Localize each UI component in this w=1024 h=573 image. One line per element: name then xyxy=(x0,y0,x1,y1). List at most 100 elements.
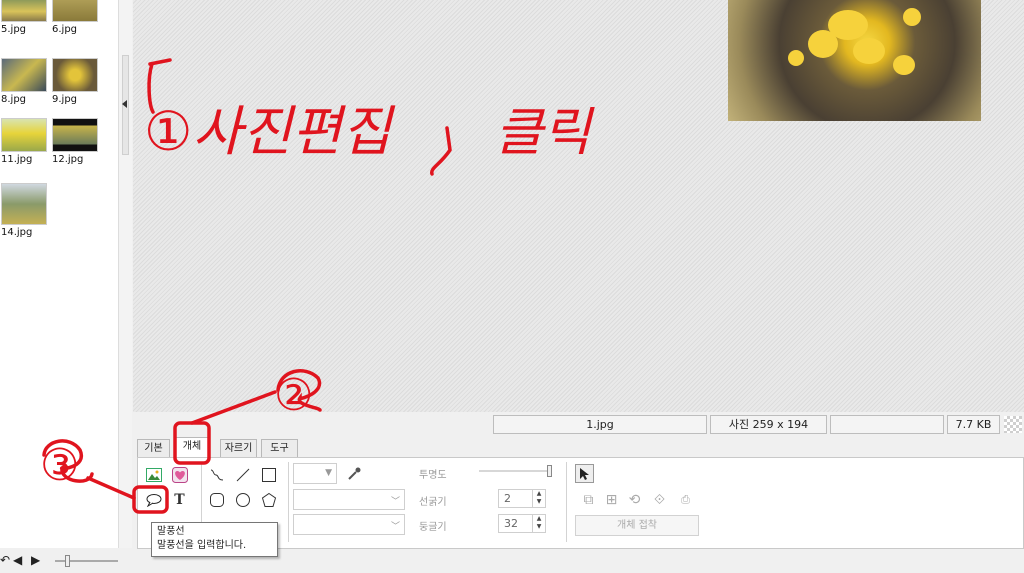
thumbnail-image xyxy=(52,118,98,152)
divider xyxy=(566,462,567,542)
image-icon xyxy=(145,467,162,482)
thumbnail-item[interactable]: 12.jpg xyxy=(52,118,98,166)
thumbnail-item[interactable]: 9.jpg xyxy=(52,58,98,106)
rotate-left-icon[interactable]: ↶ xyxy=(0,553,10,567)
rotate-icon: ⟲ xyxy=(628,491,641,508)
eyedropper-icon xyxy=(347,467,360,480)
rename-button[interactable]: ⎙ xyxy=(676,490,695,509)
transparency-icon xyxy=(1004,416,1022,433)
status-filename: 1.jpg xyxy=(493,415,707,434)
panel-splitter[interactable] xyxy=(118,0,132,548)
opacity-slider[interactable] xyxy=(479,465,552,477)
line-icon xyxy=(236,468,249,481)
status-bar: 1.jpg 사진 259 x 194 7.7 KB xyxy=(133,412,1024,436)
group-icon: ⟐ xyxy=(653,491,666,508)
fill-style-combo[interactable]: ﹀ xyxy=(293,514,405,535)
thumbnail-panel: 5.jpg 6.jpg 8.jpg 9.jpg 11.jpg 12.jpg 14… xyxy=(0,0,118,548)
ellipse-tool-button[interactable] xyxy=(233,490,252,509)
thumbnail-label: 14.jpg xyxy=(1,227,33,238)
thumbnail-label: 11.jpg xyxy=(1,154,33,165)
tab-tools[interactable]: 도구 xyxy=(261,439,298,458)
tooltip-title: 말풍선 xyxy=(157,526,185,537)
thumbnail-image xyxy=(1,118,47,152)
thumbnail-label: 12.jpg xyxy=(52,154,84,165)
freehand-button[interactable] xyxy=(207,465,226,484)
rounded-rect-icon xyxy=(209,492,224,507)
linewidth-value: 2 xyxy=(504,492,511,505)
thumbnail-image xyxy=(52,58,98,92)
text-icon: T xyxy=(174,491,185,508)
insert-clipart-button[interactable] xyxy=(170,465,189,484)
photo-editor-window: 5.jpg 6.jpg 8.jpg 9.jpg 11.jpg 12.jpg 14… xyxy=(0,0,1024,573)
thumbnail-item[interactable]: 14.jpg xyxy=(1,183,47,239)
tooltip-body: 말풍선을 입력합니다. xyxy=(157,540,247,551)
status-dimensions: 사진 259 x 194 xyxy=(710,415,827,434)
select-tool-button[interactable] xyxy=(575,464,594,483)
cursor-icon xyxy=(579,467,589,480)
arrange-front-button[interactable]: ⧉ xyxy=(579,490,598,509)
freehand-icon xyxy=(210,469,223,480)
speech-bubble-button[interactable] xyxy=(144,490,163,509)
thumbnail-image xyxy=(1,0,47,22)
stepper-arrows-icon[interactable]: ▲ ▼ xyxy=(532,515,545,532)
roundness-stepper[interactable]: 32 ▲ ▼ xyxy=(498,514,546,533)
linewidth-label: 선굵기 xyxy=(419,497,447,508)
thumbnail-label: 9.jpg xyxy=(52,94,78,105)
chevron-down-icon: ▼ xyxy=(325,468,332,478)
status-filesize: 7.7 KB xyxy=(947,415,1000,434)
linewidth-stepper[interactable]: 2 ▲ ▼ xyxy=(498,489,546,508)
rectangle-tool-button[interactable] xyxy=(259,465,278,484)
line-style-combo[interactable]: ﹀ xyxy=(293,489,405,510)
chevron-down-icon: ﹀ xyxy=(390,497,400,507)
rounded-rect-tool-button[interactable] xyxy=(207,490,226,509)
opacity-label: 투명도 xyxy=(419,470,447,481)
undo-icon[interactable]: ◀ xyxy=(13,553,22,567)
collapse-arrow-icon[interactable] xyxy=(122,100,127,108)
heart-icon xyxy=(171,466,188,483)
text-tool-button[interactable]: T xyxy=(170,490,189,509)
slider-knob[interactable] xyxy=(547,465,552,477)
snap-object-button[interactable]: 개체 접착 xyxy=(575,515,699,536)
thumbnail-label: 6.jpg xyxy=(52,24,78,35)
status-empty xyxy=(830,415,944,434)
thumbnail-image xyxy=(1,58,47,92)
eyedropper-button[interactable] xyxy=(344,464,363,483)
thumbnail-item[interactable]: 5.jpg xyxy=(1,0,47,36)
thumbnail-label: 5.jpg xyxy=(1,24,27,35)
chevron-down-icon: ﹀ xyxy=(390,522,400,532)
rename-icon: ⎙ xyxy=(681,492,690,506)
tab-crop[interactable]: 자르기 xyxy=(220,439,257,458)
group-button[interactable]: ⟐ xyxy=(650,490,669,509)
circle-icon xyxy=(235,492,250,507)
redo-icon[interactable]: ▶ xyxy=(31,553,40,567)
color-picker-combo[interactable]: ▼ xyxy=(293,463,337,484)
slider-knob[interactable] xyxy=(65,555,70,567)
speech-bubble-icon xyxy=(146,493,161,507)
stepper-arrows-icon[interactable]: ▲ ▼ xyxy=(532,490,545,507)
thumbnail-item[interactable]: 6.jpg xyxy=(52,0,98,36)
rectangle-icon xyxy=(261,467,276,482)
tab-object[interactable]: 개체 xyxy=(175,437,209,458)
tab-basic[interactable]: 기본 xyxy=(137,439,170,458)
layer-front-icon: ⧉ xyxy=(583,491,594,508)
thumbnail-item[interactable]: 11.jpg xyxy=(1,118,47,166)
zoom-slider[interactable] xyxy=(55,555,118,567)
thumbnail-image xyxy=(52,0,98,22)
thumbnail-label: 8.jpg xyxy=(1,94,27,105)
roundness-label: 둥글기 xyxy=(419,522,447,533)
pentagon-icon xyxy=(261,492,276,507)
tooltip: 말풍선 말풍선을 입력합니다. xyxy=(151,522,278,557)
rotate-button[interactable]: ⟲ xyxy=(625,490,644,509)
roundness-value: 32 xyxy=(504,517,518,530)
editor-canvas[interactable] xyxy=(133,0,1024,412)
arrange-back-button[interactable]: ⊞ xyxy=(602,490,621,509)
insert-image-button[interactable] xyxy=(144,465,163,484)
photo-preview xyxy=(728,0,981,121)
polygon-tool-button[interactable] xyxy=(259,490,278,509)
thumbnail-item[interactable]: 8.jpg xyxy=(1,58,47,106)
divider xyxy=(288,462,289,542)
layer-back-icon: ⊞ xyxy=(605,491,618,508)
thumbnail-image xyxy=(1,183,47,225)
line-tool-button[interactable] xyxy=(233,465,252,484)
bottom-toolbar: ↶ ◀ ▶ xyxy=(0,548,133,573)
